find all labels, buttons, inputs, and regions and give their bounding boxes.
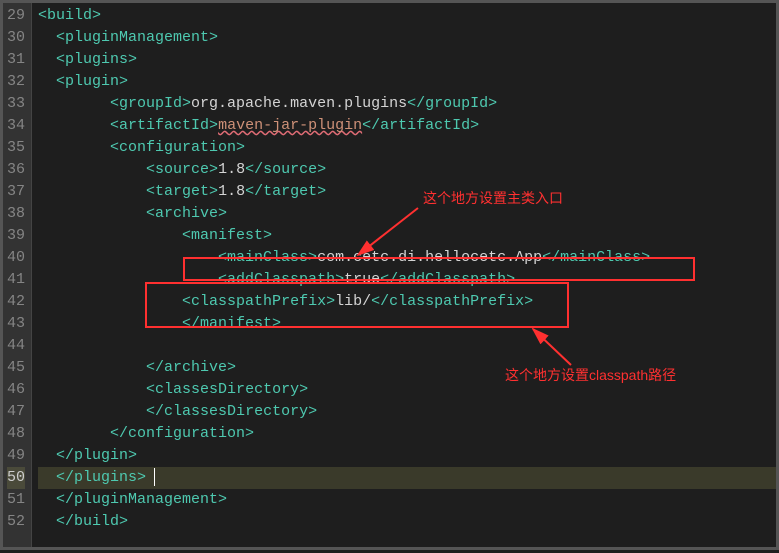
line-number: 52 <box>7 511 25 533</box>
code-line[interactable]: </archive> <box>38 357 776 379</box>
line-number: 35 <box>7 137 25 159</box>
code-line[interactable]: <plugin> <box>38 71 776 93</box>
code-line[interactable]: <plugins> <box>38 49 776 71</box>
code-line[interactable]: <archive> <box>38 203 776 225</box>
line-number: 51 <box>7 489 25 511</box>
line-number: 32 <box>7 71 25 93</box>
line-number: 49 <box>7 445 25 467</box>
line-number: 36 <box>7 159 25 181</box>
line-number: 34 <box>7 115 25 137</box>
line-number: 47 <box>7 401 25 423</box>
line-number: 44 <box>7 335 25 357</box>
code-line[interactable]: <mainClass>com.cetc.di.hellocetc.App</ma… <box>38 247 776 269</box>
line-number: 45 <box>7 357 25 379</box>
code-line[interactable]: <classpathPrefix>lib/</classpathPrefix> <box>38 291 776 313</box>
line-number: 43 <box>7 313 25 335</box>
line-number: 31 <box>7 49 25 71</box>
code-line[interactable]: <source>1.8</source> <box>38 159 776 181</box>
line-number: 37 <box>7 181 25 203</box>
code-line[interactable] <box>38 335 776 357</box>
line-number: 50 <box>7 467 25 489</box>
text-cursor <box>154 468 155 486</box>
line-number: 48 <box>7 423 25 445</box>
code-line[interactable]: </pluginManagement> <box>38 489 776 511</box>
code-editor[interactable]: 2930313233343536373839404142434445464748… <box>3 3 776 547</box>
code-line[interactable]: <classesDirectory> <box>38 379 776 401</box>
line-number: 39 <box>7 225 25 247</box>
code-line[interactable]: <groupId>org.apache.maven.plugins</group… <box>38 93 776 115</box>
line-number: 42 <box>7 291 25 313</box>
line-number: 46 <box>7 379 25 401</box>
line-number: 30 <box>7 27 25 49</box>
code-line[interactable]: </plugin> <box>38 445 776 467</box>
code-line[interactable]: <artifactId>maven-jar-plugin</artifactId… <box>38 115 776 137</box>
line-number: 29 <box>7 5 25 27</box>
code-line[interactable]: </plugins> <box>38 467 776 489</box>
code-line[interactable]: <manifest> <box>38 225 776 247</box>
line-number: 41 <box>7 269 25 291</box>
code-line[interactable]: </manifest> <box>38 313 776 335</box>
code-line[interactable]: </build> <box>38 511 776 533</box>
code-line[interactable]: </classesDirectory> <box>38 401 776 423</box>
code-line[interactable]: <configuration> <box>38 137 776 159</box>
code-line[interactable]: <build> <box>38 5 776 27</box>
code-line[interactable]: </configuration> <box>38 423 776 445</box>
code-line[interactable]: <addClasspath>true</addClasspath> <box>38 269 776 291</box>
line-number: 33 <box>7 93 25 115</box>
code-line[interactable]: <pluginManagement> <box>38 27 776 49</box>
code-line[interactable]: <target>1.8</target> <box>38 181 776 203</box>
line-number: 40 <box>7 247 25 269</box>
code-area[interactable]: <build> <pluginManagement> <plugins> <pl… <box>32 3 776 547</box>
line-number-gutter: 2930313233343536373839404142434445464748… <box>3 3 32 547</box>
line-number: 38 <box>7 203 25 225</box>
